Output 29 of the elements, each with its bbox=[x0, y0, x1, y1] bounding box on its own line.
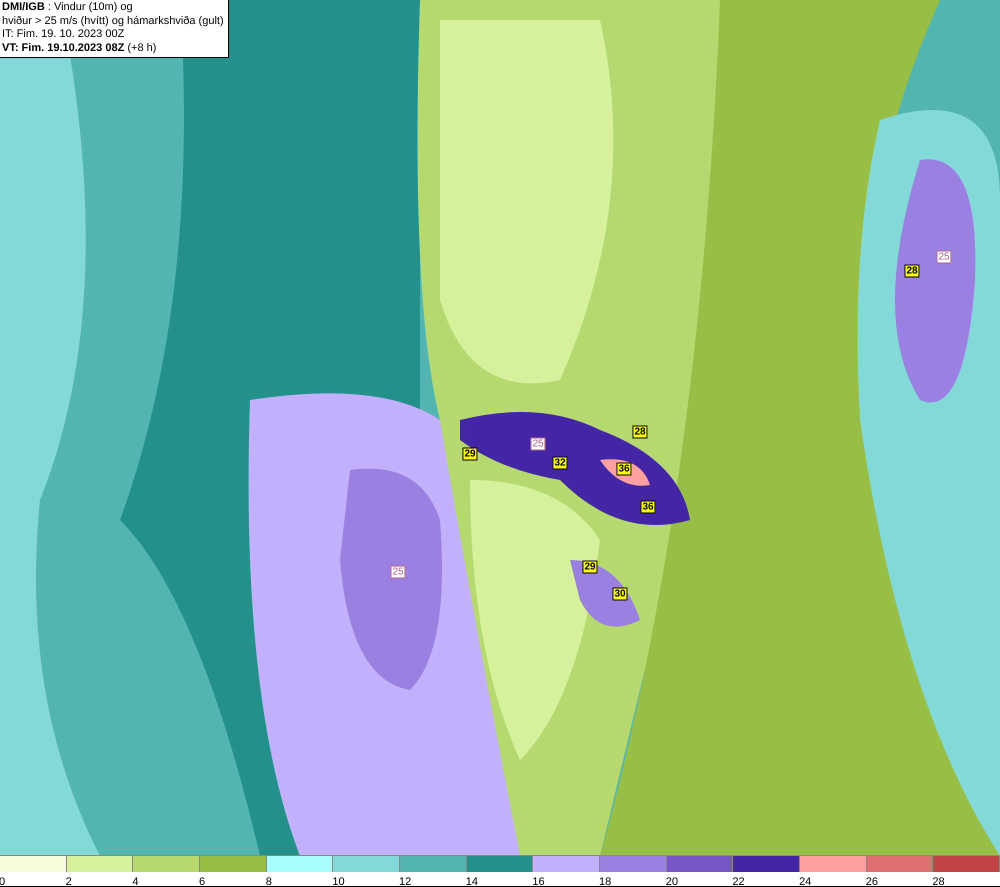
gust-label: 25 bbox=[936, 250, 952, 264]
legend-tick-label: 14 bbox=[466, 876, 478, 887]
legend-tick-label: 16 bbox=[532, 876, 545, 887]
legend-tick-label: 10 bbox=[332, 876, 345, 887]
legend-tick-label: 28 bbox=[932, 876, 945, 887]
info-text: hviður > 25 m/s (hvítt) og hámarkshviða (gult) bbox=[2, 14, 224, 28]
max-gust-label: 28 bbox=[904, 264, 920, 278]
legend-tick-label: 8 bbox=[266, 876, 272, 887]
max-gust-label: 28 bbox=[632, 426, 648, 438]
max-gust-label: 36 bbox=[616, 462, 632, 476]
info-text: DMI/IGB : Vindur (10m) og bbox=[2, 1, 134, 14]
max-gust-label: 30 bbox=[612, 588, 628, 600]
info-text: VT: Fim. 19.10.2023 08Z (+8 h) bbox=[2, 42, 158, 55]
legend-tick-label: 18 bbox=[599, 876, 612, 887]
legend-tick-label: 4 bbox=[132, 876, 138, 887]
max-gust-label: 32 bbox=[552, 456, 568, 470]
legend-tick-label: 12 bbox=[399, 876, 412, 887]
max-gust-label: 29 bbox=[462, 448, 478, 460]
legend-tick-label: 2 bbox=[66, 876, 72, 887]
legend-tick-label: 22 bbox=[732, 876, 745, 887]
gust-label: 25 bbox=[390, 566, 406, 578]
legend-tick-label: 24 bbox=[799, 876, 812, 887]
gust-label: 25 bbox=[530, 438, 546, 450]
legend-tick-label: 20 bbox=[666, 876, 678, 887]
legend-tick-label: 6 bbox=[199, 876, 206, 887]
legend-tick-label: 26 bbox=[866, 876, 878, 887]
info-text: IT: Fim. 19. 10. 2023 00Z bbox=[2, 28, 126, 42]
max-gust-label: 29 bbox=[582, 560, 598, 574]
max-gust-label: 36 bbox=[640, 500, 656, 514]
